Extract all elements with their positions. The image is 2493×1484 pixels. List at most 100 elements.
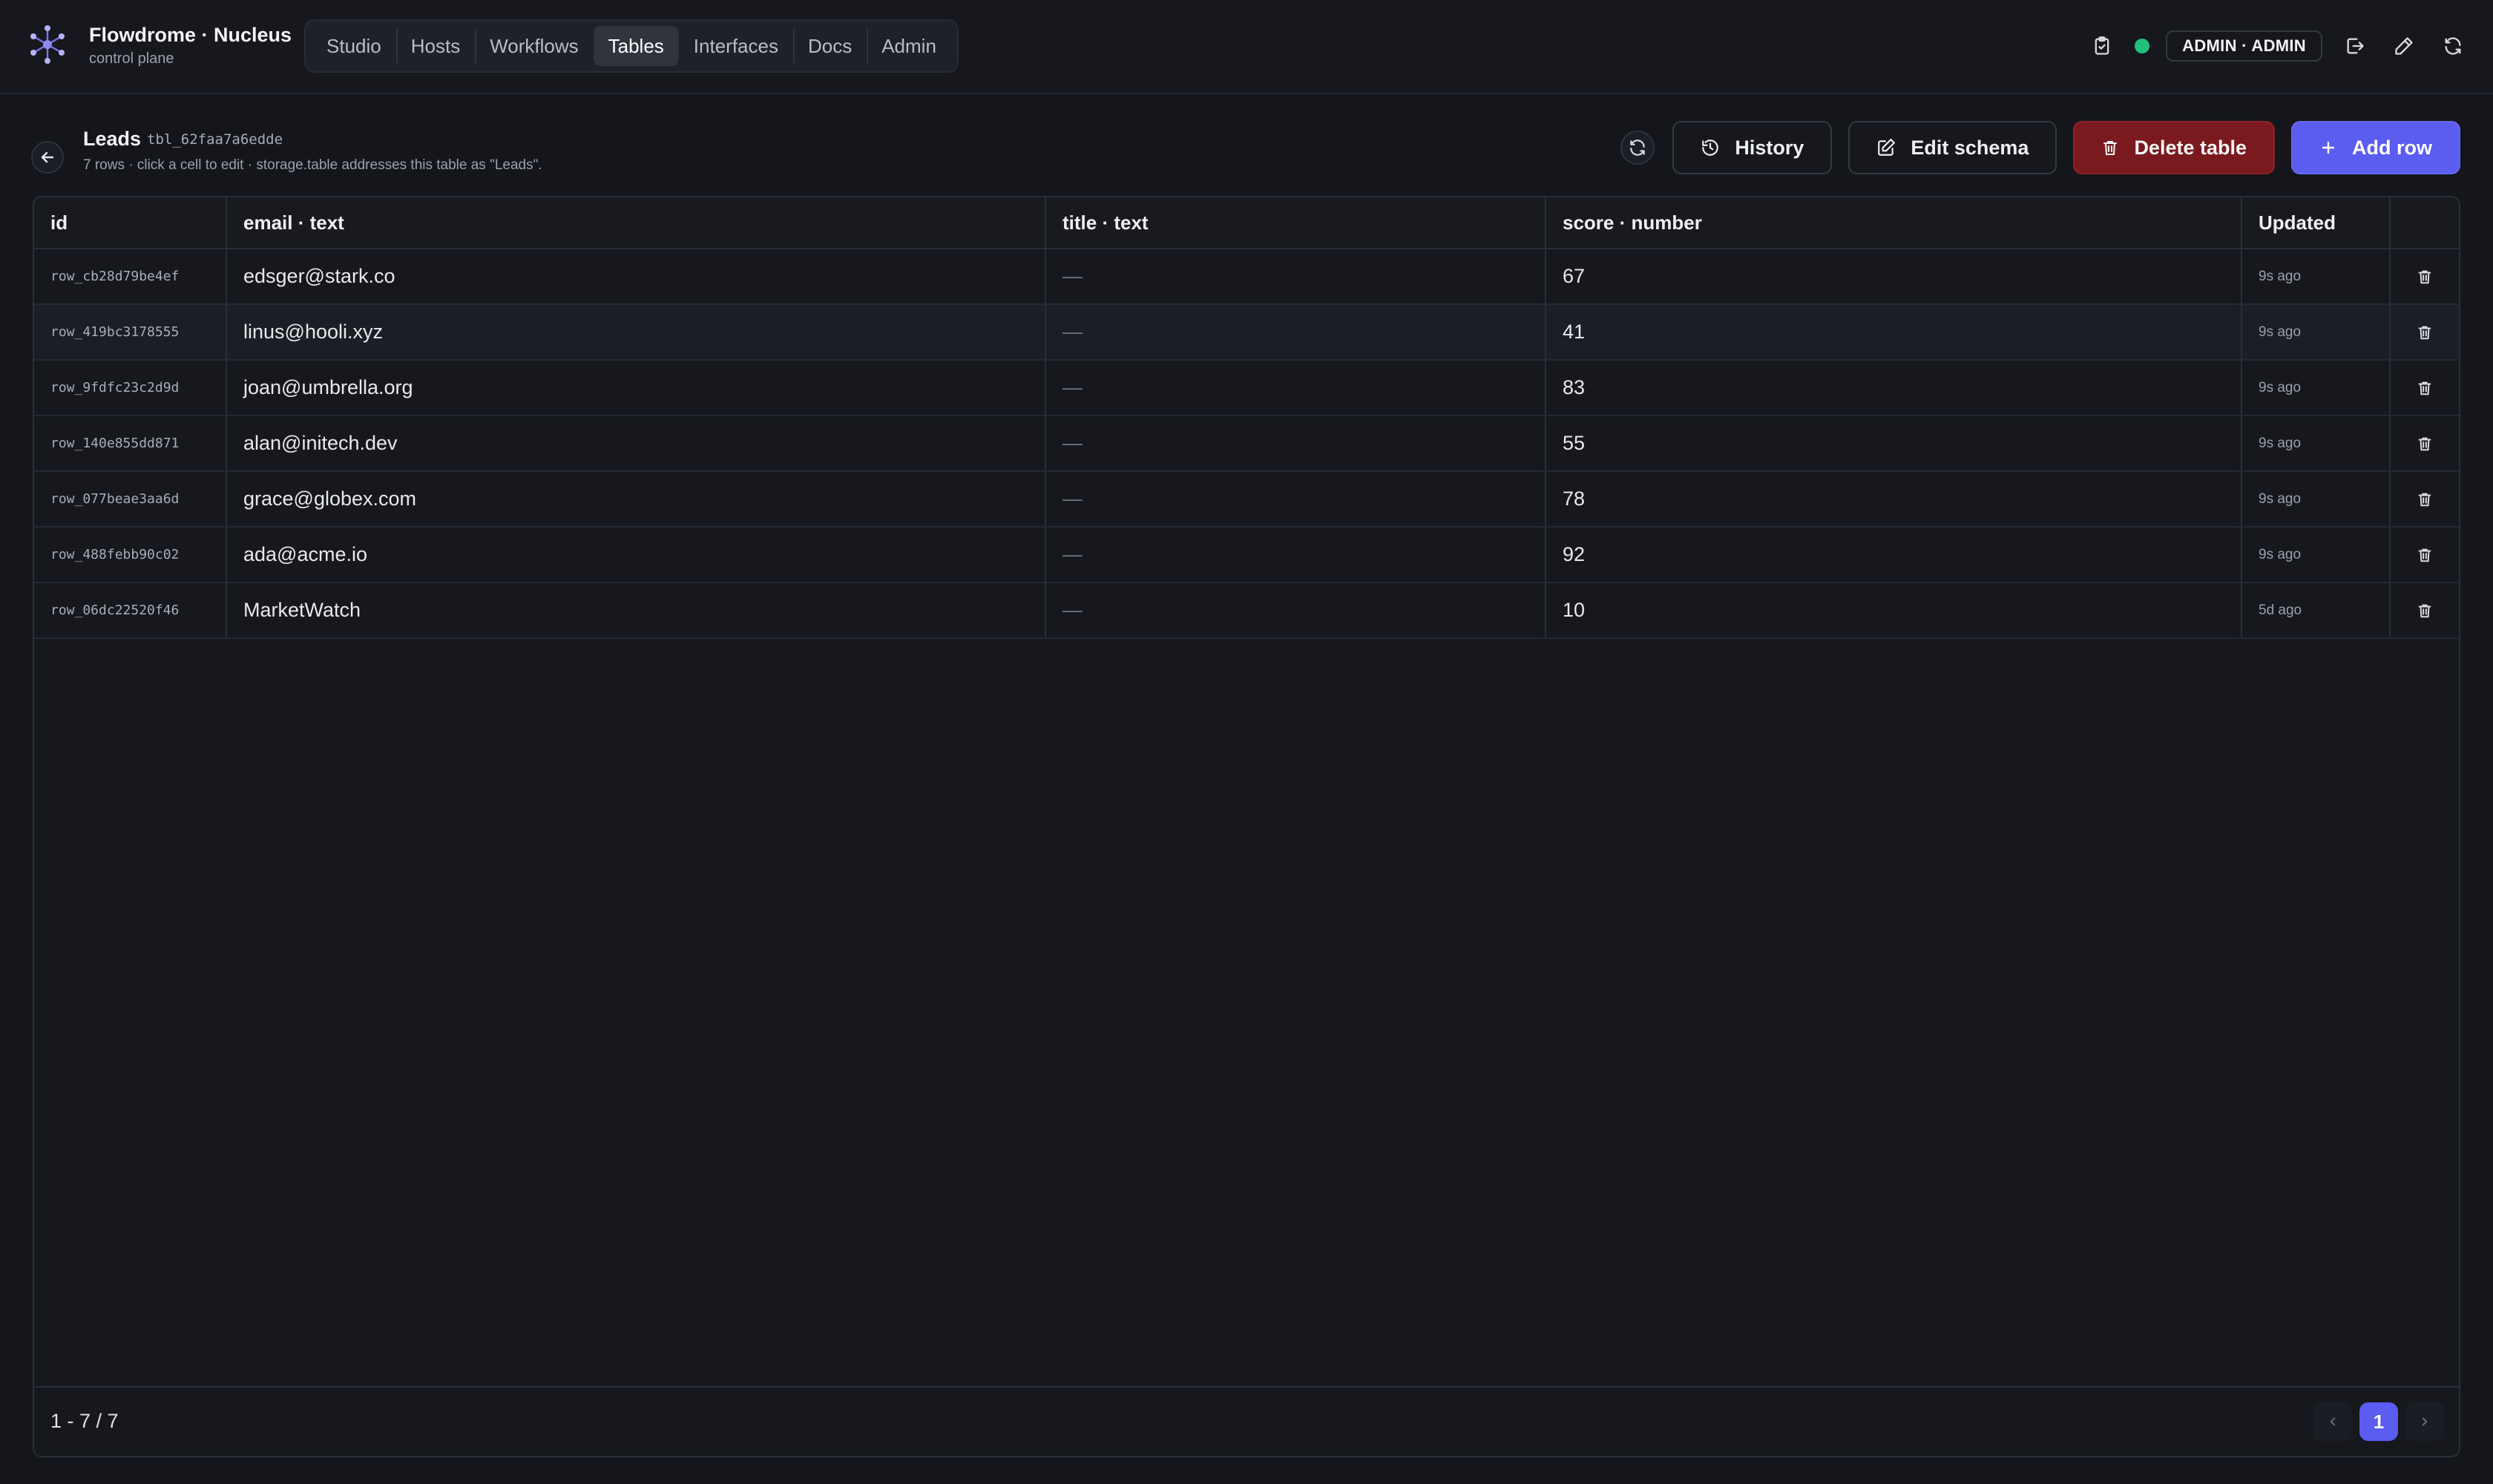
refresh-icon (1630, 139, 1646, 156)
column-header-email[interactable]: email · text (227, 197, 1046, 248)
edit-icon[interactable] (2388, 30, 2420, 62)
page-button-current[interactable]: 1 (2359, 1402, 2398, 1441)
table-row: row_488febb90c02 ada@acme.io — 92 9s ago (34, 528, 2459, 583)
table-row: row_140e855dd871 alan@initech.dev — 55 9… (34, 416, 2459, 472)
delete-row-button[interactable] (2391, 528, 2459, 582)
cell-title[interactable]: — (1046, 583, 1546, 637)
chevron-right-icon (2422, 1417, 2428, 1426)
cell-updated: 9s ago (2242, 472, 2391, 526)
back-button[interactable] (31, 141, 64, 174)
table-footer: 1 - 7 / 7 1 (34, 1386, 2459, 1456)
edit-schema-label: Edit schema (1911, 136, 2029, 159)
status-dot (2135, 39, 2150, 53)
row-range: 1 - 7 / 7 (50, 1410, 119, 1432)
trash-icon (2418, 493, 2431, 506)
prev-page-button[interactable] (2313, 1402, 2352, 1441)
column-header-score[interactable]: score · number (1546, 197, 2242, 248)
cell-email[interactable]: linus@hooli.xyz (227, 305, 1046, 359)
top-bar: Flowdrome · Nucleus control plane Studio… (0, 0, 2493, 94)
cell-score[interactable]: 10 (1546, 583, 2242, 637)
cell-email[interactable]: edsger@stark.co (227, 249, 1046, 303)
nav-docs[interactable]: Docs (792, 26, 867, 66)
refresh-icon[interactable] (2437, 30, 2469, 62)
nav-admin[interactable]: Admin (867, 26, 951, 66)
next-page-button[interactable] (2405, 1402, 2444, 1441)
trash-icon (2418, 437, 2431, 450)
data-table: id email · text title · text score · num… (33, 196, 2460, 1457)
cell-email[interactable]: MarketWatch (227, 583, 1046, 637)
delete-row-button[interactable] (2391, 583, 2459, 637)
user-badge[interactable]: ADMIN · ADMIN (2166, 30, 2322, 62)
cell-title[interactable]: — (1046, 472, 1546, 526)
history-label: History (1735, 136, 1804, 159)
cell-title[interactable]: — (1046, 416, 1546, 470)
table-id: tbl_62faa7a6edde (147, 131, 283, 148)
cell-updated: 5d ago (2242, 583, 2391, 637)
table-row: row_077beae3aa6d grace@globex.com — 78 9… (34, 472, 2459, 528)
trash-icon (2418, 270, 2431, 283)
cell-email[interactable]: alan@initech.dev (227, 416, 1046, 470)
cell-title[interactable]: — (1046, 305, 1546, 359)
nav-tables[interactable]: Tables (593, 26, 679, 66)
history-icon (1702, 139, 1719, 156)
cell-title[interactable]: — (1046, 528, 1546, 582)
table-header: id email · text title · text score · num… (34, 197, 2459, 249)
cell-id[interactable]: row_06dc22520f46 (34, 583, 227, 637)
add-row-label: Add row (2352, 136, 2432, 159)
pagination: 1 (2313, 1402, 2444, 1441)
cell-id[interactable]: row_140e855dd871 (34, 416, 227, 470)
column-header-updated[interactable]: Updated (2242, 197, 2391, 248)
cell-score[interactable]: 83 (1546, 361, 2242, 415)
chevron-left-icon (2330, 1417, 2336, 1426)
cell-score[interactable]: 67 (1546, 249, 2242, 303)
cell-updated: 9s ago (2242, 249, 2391, 303)
logo-icon[interactable] (25, 22, 70, 67)
nav-studio[interactable]: Studio (312, 26, 396, 66)
edit-schema-button[interactable]: Edit schema (1848, 121, 2057, 174)
cell-id[interactable]: row_488febb90c02 (34, 528, 227, 582)
top-right-controls: ADMIN · ADMIN (2086, 27, 2469, 65)
history-button[interactable]: History (1672, 121, 1833, 174)
cell-title[interactable]: — (1046, 361, 1546, 415)
page-subtitle: 7 rows · click a cell to edit · storage.… (83, 157, 542, 173)
app-title: Flowdrome · Nucleus (89, 24, 292, 46)
cell-id[interactable]: row_077beae3aa6d (34, 472, 227, 526)
table-row: row_9fdfc23c2d9d joan@umbrella.org — 83 … (34, 361, 2459, 416)
nav-interfaces[interactable]: Interfaces (679, 26, 793, 66)
clipboard-icon[interactable] (2086, 30, 2118, 62)
nav-workflows[interactable]: Workflows (475, 26, 593, 66)
column-header-title[interactable]: title · text (1046, 197, 1546, 248)
cell-email[interactable]: grace@globex.com (227, 472, 1046, 526)
delete-row-button[interactable] (2391, 472, 2459, 526)
cell-id[interactable]: row_cb28d79be4ef (34, 249, 227, 303)
cell-updated: 9s ago (2242, 416, 2391, 470)
trash-icon (2418, 604, 2431, 617)
trash-icon (2418, 326, 2431, 339)
delete-row-button[interactable] (2391, 305, 2459, 359)
cell-email[interactable]: joan@umbrella.org (227, 361, 1046, 415)
logout-icon[interactable] (2339, 30, 2371, 62)
cell-id[interactable]: row_9fdfc23c2d9d (34, 361, 227, 415)
reload-table-button[interactable] (1620, 131, 1655, 165)
main-nav: Studio Hosts Workflows Tables Interfaces… (304, 19, 959, 73)
add-row-button[interactable]: Add row (2291, 121, 2460, 174)
cell-id[interactable]: row_419bc3178555 (34, 305, 227, 359)
arrow-left-icon (41, 151, 54, 163)
table-row: row_419bc3178555 linus@hooli.xyz — 41 9s… (34, 305, 2459, 361)
delete-table-button[interactable]: Delete table (2073, 121, 2275, 174)
cell-email[interactable]: ada@acme.io (227, 528, 1046, 582)
column-header-actions (2391, 197, 2459, 248)
cell-score[interactable]: 92 (1546, 528, 2242, 582)
cell-title[interactable]: — (1046, 249, 1546, 303)
header-actions: History Edit schema Delete table Add row (1620, 121, 2460, 174)
cell-updated: 9s ago (2242, 361, 2391, 415)
nav-hosts[interactable]: Hosts (395, 26, 475, 66)
delete-row-button[interactable] (2391, 361, 2459, 415)
cell-score[interactable]: 78 (1546, 472, 2242, 526)
cell-score[interactable]: 41 (1546, 305, 2242, 359)
delete-row-button[interactable] (2391, 249, 2459, 303)
column-header-id[interactable]: id (34, 197, 227, 248)
cell-score[interactable]: 55 (1546, 416, 2242, 470)
delete-row-button[interactable] (2391, 416, 2459, 470)
trash-icon (2418, 381, 2431, 395)
